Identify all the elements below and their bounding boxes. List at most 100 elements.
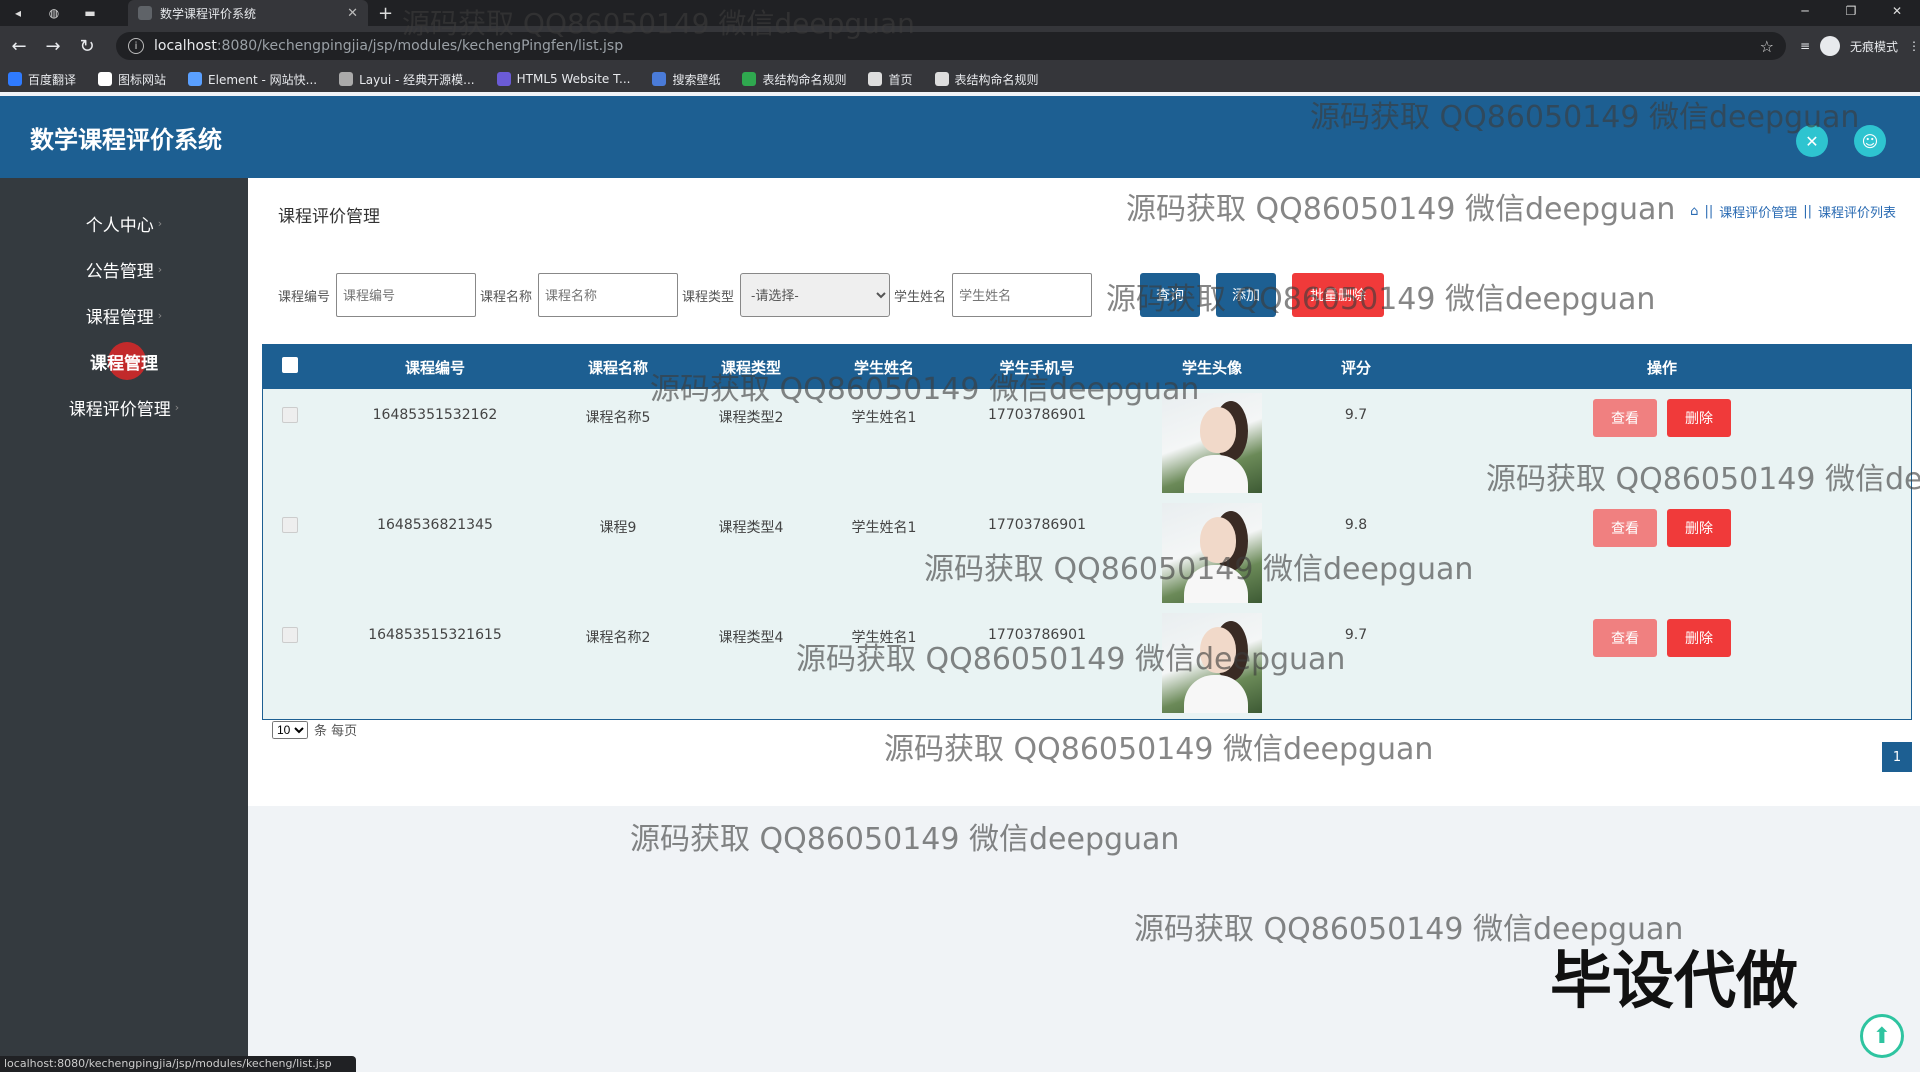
- delete-button[interactable]: 删除: [1667, 399, 1731, 437]
- bookmark-item[interactable]: Layui - 经典开源模...: [339, 71, 475, 88]
- browser-toolbar: ← → ↻ i localhost :8080/kechengpingjia/j…: [0, 26, 1920, 66]
- globe-icon: ◍: [48, 6, 60, 20]
- data-table: 课程编号 课程名称 课程类型 学生姓名 学生手机号 学生头像 评分 操作 164…: [262, 344, 1912, 720]
- column-header[interactable]: 课程编号: [317, 345, 553, 389]
- bookmark-item[interactable]: 表结构命名规则: [934, 71, 1039, 88]
- row-checkbox[interactable]: [282, 517, 298, 533]
- bookmark-item[interactable]: 表结构命名规则: [742, 71, 846, 88]
- column-header[interactable]: 学生手机号: [949, 345, 1125, 389]
- close-window-icon[interactable]: ✕: [1874, 0, 1920, 26]
- app-title: 数学课程评价系统: [30, 125, 222, 154]
- new-tab-icon[interactable]: +: [378, 3, 393, 24]
- sidebar-item-course-management-2[interactable]: 课程管理: [0, 338, 248, 384]
- bookmark-favicon-icon: [98, 72, 113, 86]
- back-icon[interactable]: ←: [4, 36, 34, 57]
- course-type-select[interactable]: -请选择-: [740, 273, 891, 317]
- student-name-label: 学生姓名: [894, 289, 947, 305]
- promo-text: 毕设代做: [1550, 944, 1799, 1017]
- bookmark-item[interactable]: HTML5 Website T...: [496, 72, 630, 86]
- table-header-row: 课程编号 课程名称 课程类型 学生姓名 学生手机号 学生头像 评分 操作: [263, 345, 1911, 389]
- back-history-icon[interactable]: ◂: [0, 0, 36, 26]
- sidebar-item-label: 课程评价管理: [68, 399, 171, 420]
- sidebar-item-label: 公告管理: [85, 261, 154, 282]
- add-button[interactable]: 添加: [1216, 273, 1277, 317]
- delete-button[interactable]: 删除: [1667, 619, 1731, 657]
- cell-course-no: 16485351532162: [372, 407, 498, 423]
- bookmark-favicon-icon: [934, 72, 949, 86]
- window-icon[interactable]: ▬: [72, 0, 108, 26]
- bookmark-label: Layui - 经典开源模...: [359, 72, 475, 87]
- info-icon[interactable]: i: [128, 38, 144, 54]
- minimize-icon[interactable]: ─: [1782, 0, 1828, 26]
- cell-course-type: 课程类型4: [718, 630, 784, 646]
- watermark: 源码获取 QQ86050149 微信deepguan: [630, 822, 1180, 857]
- url-path: :8080/kechengpingjia/jsp/modules/kecheng…: [216, 38, 624, 54]
- cell-score: 9.7: [1344, 627, 1368, 643]
- caret-icon: ›: [157, 308, 163, 322]
- bookmark-item[interactable]: 搜索壁纸: [652, 71, 720, 88]
- student-avatar: [1162, 613, 1262, 713]
- more-menu-icon[interactable]: ⋮: [1908, 39, 1920, 53]
- sidebar-item-course-evaluation[interactable]: 课程评价管理 ›: [0, 384, 248, 430]
- url-host: localhost: [154, 38, 217, 54]
- row-checkbox[interactable]: [282, 627, 298, 643]
- window-controls: ─ ❐ ✕: [1782, 0, 1920, 26]
- bookmark-item[interactable]: 图标网站: [98, 71, 166, 88]
- student-name-input[interactable]: [952, 273, 1093, 317]
- table-row: 16485351532162 课程名称5 课程类型2 学生姓名1 1770378…: [263, 389, 1911, 499]
- bookmark-star-icon[interactable]: ☆: [1760, 37, 1774, 56]
- batch-delete-button[interactable]: 批量删除: [1292, 273, 1385, 317]
- bookmark-item[interactable]: 百度翻译: [8, 71, 76, 88]
- cell-course-no: 164853515321615: [368, 627, 502, 643]
- row-checkbox[interactable]: [282, 407, 298, 423]
- column-header[interactable]: 课程类型: [683, 345, 819, 389]
- fullscreen-icon[interactable]: ✕: [1796, 125, 1828, 157]
- bookmark-favicon-icon: [8, 72, 22, 86]
- view-button[interactable]: 查看: [1593, 619, 1657, 657]
- student-avatar: [1162, 503, 1262, 603]
- view-button[interactable]: 查看: [1593, 509, 1657, 547]
- table-row: 164853515321615 课程名称2 课程类型4 学生姓名1 177037…: [263, 609, 1911, 719]
- course-name-input[interactable]: [538, 273, 679, 317]
- cell-course-name: 课程名称2: [585, 630, 651, 646]
- reload-icon[interactable]: ↻: [72, 36, 102, 57]
- sidebar-item-announcements[interactable]: 公告管理 ›: [0, 246, 248, 292]
- reading-list-icon[interactable]: ≡: [1800, 39, 1810, 53]
- home-icon[interactable]: ⌂: [1690, 204, 1698, 219]
- back-to-top-icon[interactable]: ⬆: [1860, 1014, 1904, 1058]
- course-name-label: 课程名称: [480, 289, 533, 305]
- sidebar-item-label: 个人中心: [85, 215, 154, 236]
- browser-tabbar: ◂ ◍ ▬ 数学课程评价系统 ✕ + ─ ❐ ✕: [0, 0, 1920, 26]
- bookmark-item[interactable]: 首页: [868, 71, 913, 88]
- page-number-button[interactable]: 1: [1882, 742, 1912, 772]
- tab-favicon: [138, 6, 152, 20]
- restore-icon[interactable]: ❐: [1828, 0, 1874, 26]
- breadcrumb-item[interactable]: 课程评价管理: [1719, 202, 1797, 221]
- view-button[interactable]: 查看: [1593, 399, 1657, 437]
- select-all-checkbox[interactable]: [282, 357, 298, 373]
- profile-avatar[interactable]: [1820, 36, 1840, 56]
- bookmark-item[interactable]: Element - 网站快...: [188, 71, 317, 88]
- cell-course-name: 课程9: [599, 520, 637, 536]
- forward-icon[interactable]: →: [38, 36, 68, 57]
- delete-button[interactable]: 删除: [1667, 509, 1731, 547]
- close-tab-icon[interactable]: ✕: [347, 6, 358, 21]
- caret-icon: ›: [157, 216, 163, 230]
- query-button[interactable]: 查询: [1140, 273, 1201, 317]
- column-header[interactable]: 学生姓名: [819, 345, 949, 389]
- profile-label[interactable]: 无痕模式: [1850, 38, 1898, 55]
- browser-tab[interactable]: 数学课程评价系统 ✕: [128, 0, 368, 26]
- column-header[interactable]: 评分: [1299, 345, 1413, 389]
- sidebar-item-course-management[interactable]: 课程管理 ›: [0, 292, 248, 338]
- column-header[interactable]: 课程名称: [553, 345, 683, 389]
- cell-course-type: 课程类型2: [718, 410, 784, 426]
- bookmark-label: 表结构命名规则: [762, 72, 847, 87]
- column-header: 操作: [1646, 358, 1677, 377]
- cell-course-no: 1648536821345: [377, 517, 493, 533]
- address-bar[interactable]: i localhost :8080/kechengpingjia/jsp/mod…: [116, 32, 1786, 60]
- user-icon[interactable]: ☺: [1854, 125, 1886, 157]
- course-no-input[interactable]: [336, 273, 477, 317]
- bookmark-favicon-icon: [868, 72, 883, 86]
- page-size-select[interactable]: 10: [272, 720, 308, 739]
- sidebar-item-personal-center[interactable]: 个人中心 ›: [0, 200, 248, 246]
